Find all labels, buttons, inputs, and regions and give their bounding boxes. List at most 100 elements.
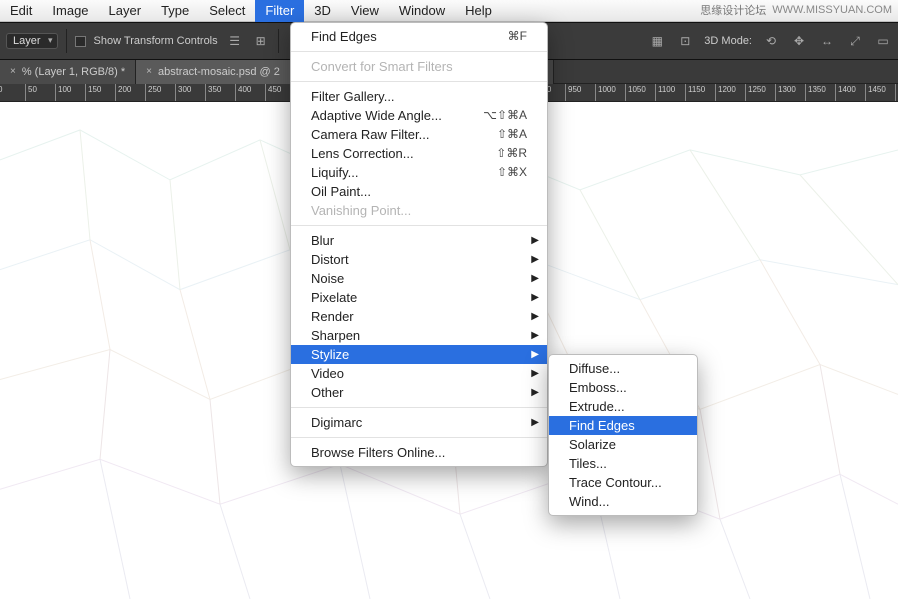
menu-item[interactable]: Distort▶ [291, 250, 547, 269]
menu-item[interactable]: Blur▶ [291, 231, 547, 250]
menu-item: Convert for Smart Filters [291, 57, 547, 76]
ruler-tick: 1000 [595, 84, 596, 102]
menu-item[interactable]: Pixelate▶ [291, 288, 547, 307]
align-icon[interactable]: ☰ [226, 32, 244, 50]
menu-item[interactable]: Find Edges ⌘F [291, 27, 547, 46]
ruler-tick: 1250 [745, 84, 746, 102]
menu-layer[interactable]: Layer [99, 0, 152, 22]
shortcut: ⌘F [508, 27, 527, 46]
menu-item[interactable]: Extrude... [549, 397, 697, 416]
document-tab[interactable]: ×% (Layer 1, RGB/8) * [0, 60, 136, 84]
tab-title: % (Layer 1, RGB/8) * [22, 60, 125, 84]
menu-item[interactable]: Diffuse... [549, 359, 697, 378]
submenu-arrow-icon: ▶ [531, 326, 539, 345]
menu-window[interactable]: Window [389, 0, 455, 22]
menu-item[interactable]: Other▶ [291, 383, 547, 402]
menu-item[interactable]: Liquify... ⇧⌘X [291, 163, 547, 182]
menu-help[interactable]: Help [455, 0, 502, 22]
ruler-tick: 350 [205, 84, 206, 102]
menu-3d[interactable]: 3D [304, 0, 341, 22]
ruler-tick: 950 [565, 84, 566, 102]
document-tab[interactable]: ×abstract-mosaic.psd @ 2 [136, 60, 291, 84]
ruler-tick: 50 [25, 84, 26, 102]
menu-item-label: Extrude... [569, 397, 677, 416]
menu-item-label: Vanishing Point... [311, 201, 527, 220]
menu-item-label: Digimarc [311, 413, 527, 432]
menu-image[interactable]: Image [42, 0, 98, 22]
submenu-arrow-icon: ▶ [531, 269, 539, 288]
menu-item-label: Liquify... [311, 163, 475, 182]
ruler-tick: 1500 [895, 84, 896, 102]
menu-type[interactable]: Type [151, 0, 199, 22]
menu-select[interactable]: Select [199, 0, 255, 22]
camera-icon[interactable]: ▭ [874, 32, 892, 50]
menu-item-label: Diffuse... [569, 359, 677, 378]
menu-item[interactable]: Emboss... [549, 378, 697, 397]
menu-item: Vanishing Point... [291, 201, 547, 220]
ruler-tick: 1350 [805, 84, 806, 102]
menu-item[interactable]: Trace Contour... [549, 473, 697, 492]
close-icon[interactable]: × [146, 60, 152, 84]
menu-item-label: Wind... [569, 492, 677, 511]
menu-item[interactable]: Solarize [549, 435, 697, 454]
slide-icon[interactable]: ↔ [818, 32, 836, 50]
scale-icon[interactable]: ⤢ [846, 32, 864, 50]
watermark-url: WWW.MISSYUAN.COM [772, 4, 892, 16]
menu-item[interactable]: Tiles... [549, 454, 697, 473]
shortcut: ⇧⌘X [497, 163, 527, 182]
menu-item-label: Noise [311, 269, 527, 288]
ruler-tick: 1200 [715, 84, 716, 102]
grid-icon[interactable]: ▦ [648, 32, 666, 50]
menu-item-label: Convert for Smart Filters [311, 57, 527, 76]
ruler-tick: 100 [55, 84, 56, 102]
submenu-arrow-icon: ▶ [531, 307, 539, 326]
menu-item-label: Stylize [311, 345, 527, 364]
menu-item[interactable]: Browse Filters Online... [291, 443, 547, 462]
menu-item-label: Solarize [569, 435, 677, 454]
submenu-arrow-icon: ▶ [531, 413, 539, 432]
menu-filter[interactable]: Filter [255, 0, 304, 22]
menu-edit[interactable]: Edit [0, 0, 42, 22]
layer-select[interactable]: Layer [6, 33, 58, 49]
filter-menu: Find Edges ⌘F Convert for Smart Filters Fil… [290, 22, 548, 467]
menu-item-label: Render [311, 307, 527, 326]
menu-item[interactable]: Render▶ [291, 307, 547, 326]
menu-item[interactable]: Wind... [549, 492, 697, 511]
menu-item[interactable]: Noise▶ [291, 269, 547, 288]
tab-title: abstract-mosaic.psd @ 2 [158, 60, 280, 84]
menu-item[interactable]: Filter Gallery... [291, 87, 547, 106]
distribute-icon[interactable]: ⊞ [252, 32, 270, 50]
menu-item-label: Find Edges [569, 416, 677, 435]
menu-item-label: Camera Raw Filter... [311, 125, 475, 144]
submenu-arrow-icon: ▶ [531, 231, 539, 250]
stylize-submenu: Diffuse...Emboss...Extrude...Find EdgesS… [548, 354, 698, 516]
menu-item[interactable]: Adaptive Wide Angle...⌥⇧⌘A [291, 106, 547, 125]
menu-item[interactable]: Find Edges [549, 416, 697, 435]
snap-icon[interactable]: ⊡ [676, 32, 694, 50]
pan-icon[interactable]: ✥ [790, 32, 808, 50]
menu-item[interactable]: Oil Paint... [291, 182, 547, 201]
submenu-arrow-icon: ▶ [531, 250, 539, 269]
ruler-tick: 1050 [625, 84, 626, 102]
menu-item[interactable]: Video▶ [291, 364, 547, 383]
menu-item[interactable]: Digimarc▶ [291, 413, 547, 432]
watermark: 思缘设计论坛 WWW.MISSYUAN.COM [700, 2, 892, 18]
menu-item-label: Oil Paint... [311, 182, 527, 201]
menu-item-label: Find Edges [311, 27, 486, 46]
menu-item-label: Blur [311, 231, 527, 250]
menu-item-label: Pixelate [311, 288, 527, 307]
ruler-tick: 1100 [655, 84, 656, 102]
ruler-tick: 1300 [775, 84, 776, 102]
menu-item[interactable]: Camera Raw Filter...⇧⌘A [291, 125, 547, 144]
show-transform-checkbox[interactable] [75, 36, 86, 47]
menu-view[interactable]: View [341, 0, 389, 22]
menu-item[interactable]: Lens Correction...⇧⌘R [291, 144, 547, 163]
menu-item[interactable]: Stylize▶ [291, 345, 547, 364]
orbit-icon[interactable]: ⟲ [762, 32, 780, 50]
menu-item-label: Trace Contour... [569, 473, 677, 492]
menu-item-label: Other [311, 383, 527, 402]
ruler-tick: 150 [85, 84, 86, 102]
menu-item[interactable]: Sharpen▶ [291, 326, 547, 345]
close-icon[interactable]: × [10, 60, 16, 84]
watermark-cn: 思缘设计论坛 [700, 2, 766, 18]
